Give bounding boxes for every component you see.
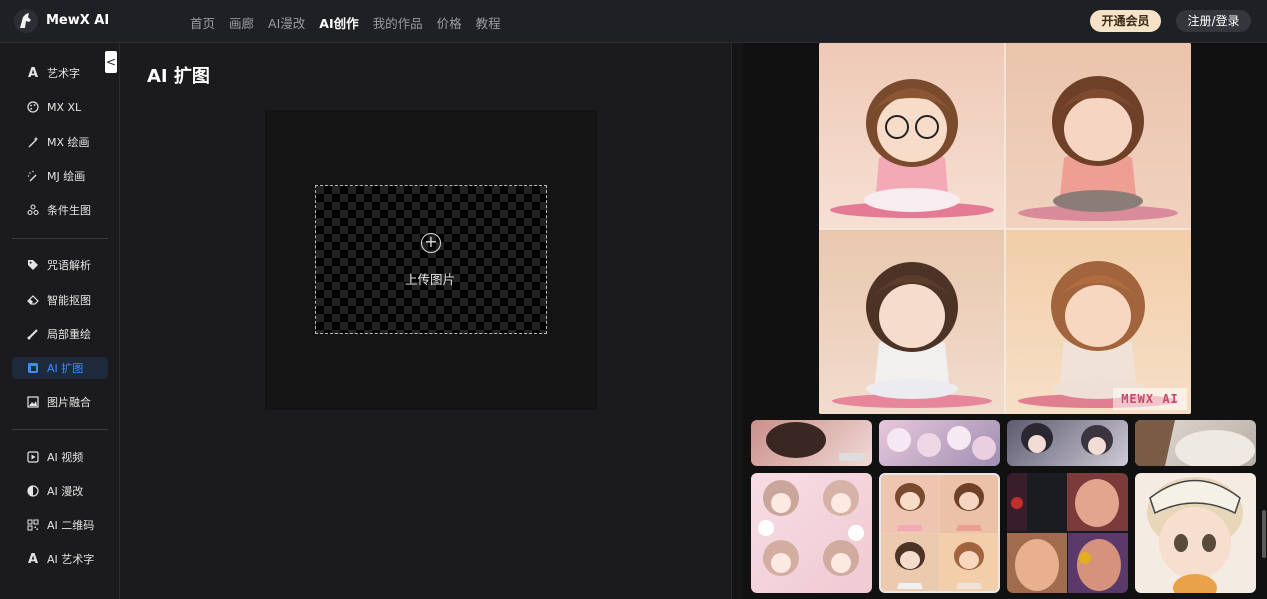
eraser-icon: [26, 293, 40, 307]
expand-icon: [26, 361, 40, 375]
nav-home[interactable]: 首页: [190, 13, 215, 32]
sidebar-item-ai-comic[interactable]: AI 漫改: [12, 480, 108, 502]
upload-dropzone[interactable]: [315, 185, 547, 334]
letter-a-icon: A: [27, 65, 39, 81]
logo-icon[interactable]: [14, 9, 38, 33]
nodes-icon: [26, 203, 40, 217]
sidebar-item-mx-paint[interactable]: MX 绘画: [12, 131, 108, 153]
preview-image: [819, 43, 1191, 414]
gallery-thumbnail[interactable]: [1007, 473, 1128, 593]
nav-my-works[interactable]: 我的作品: [373, 13, 423, 32]
sidebar-item-label: 图片融合: [47, 396, 91, 409]
sidebar-item-art-text[interactable]: A 艺术字: [12, 62, 108, 84]
sidebar-item-image-merge[interactable]: 图片融合: [12, 391, 108, 413]
sidebar-item-ai-expand[interactable]: AI 扩图: [12, 357, 108, 379]
half-circle-icon: [26, 484, 40, 498]
nav-gallery[interactable]: 画廊: [229, 13, 254, 32]
gallery-thumbnail[interactable]: [751, 473, 872, 593]
sidebar-item-inpaint[interactable]: 局部重绘: [12, 323, 108, 345]
panel-separator: [731, 43, 743, 599]
gallery-thumbnail[interactable]: [1135, 473, 1256, 593]
nav-tutorial[interactable]: 教程: [476, 13, 501, 32]
sidebar-item-label: 艺术字: [47, 67, 80, 80]
sidebar-item-label: 智能抠图: [47, 294, 91, 307]
sidebar-item-ai-art-text[interactable]: A AI 艺术字: [12, 548, 108, 570]
wand-icon: [26, 169, 40, 183]
sidebar-item-label: 条件生图: [47, 204, 91, 217]
sidebar-item-label: MX 绘画: [47, 136, 90, 149]
sidebar-item-mx-xl[interactable]: MX XL: [12, 96, 108, 118]
sidebar-item-ai-qrcode[interactable]: AI 二维码: [12, 514, 108, 536]
login-button[interactable]: 注册/登录: [1176, 10, 1251, 32]
nav-ai-create[interactable]: AI创作: [319, 13, 358, 32]
brush-icon: [26, 327, 40, 341]
top-bar: MewX AI 首页 画廊 AI漫改 AI创作 我的作品 价格 教程 开通会员 …: [0, 0, 1267, 43]
scrollbar[interactable]: [1262, 510, 1266, 558]
sidebar-item-ai-video[interactable]: AI 视频: [12, 446, 108, 468]
palette-icon: [26, 100, 40, 114]
plus-circle-icon[interactable]: +: [421, 233, 441, 253]
nav-ai-comic[interactable]: AI漫改: [268, 13, 305, 32]
image-merge-icon: [26, 395, 40, 409]
brand-name[interactable]: MewX AI: [46, 13, 109, 28]
sidebar-divider: [12, 238, 108, 239]
preview-illustration: [819, 43, 1191, 414]
sidebar-item-label: AI 视频: [47, 451, 84, 464]
gallery-thumbnail[interactable]: [1007, 420, 1128, 466]
tag-icon: [26, 258, 40, 272]
sidebar-divider: [12, 429, 108, 430]
page-title: AI 扩图: [147, 66, 210, 87]
sidebar-item-label: 局部重绘: [47, 328, 91, 341]
play-icon: [26, 450, 40, 464]
collapse-sidebar-icon[interactable]: <: [105, 51, 117, 73]
sidebar-item-label: AI 艺术字: [47, 553, 95, 566]
vip-button[interactable]: 开通会员: [1090, 10, 1161, 32]
sidebar-item-label: AI 漫改: [47, 485, 84, 498]
gallery-thumbnail[interactable]: [879, 420, 1000, 466]
sidebar-item-cutout[interactable]: 智能抠图: [12, 289, 108, 311]
magic-wand-icon: [26, 135, 40, 149]
sidebar-item-label: MX XL: [47, 100, 82, 114]
sidebar-item-label: AI 二维码: [47, 519, 95, 532]
sidebar-item-label: AI 扩图: [47, 362, 84, 375]
sidebar-item-label: MJ 绘画: [47, 170, 86, 183]
sidebar-item-conditional[interactable]: 条件生图: [12, 199, 108, 221]
main-nav: 首页 画廊 AI漫改 AI创作 我的作品 价格 教程: [190, 13, 515, 32]
sidebar-item-label: 咒语解析: [47, 259, 91, 272]
gallery-thumbnail[interactable]: [879, 473, 1000, 593]
nav-pricing[interactable]: 价格: [437, 13, 462, 32]
gallery-thumbnail[interactable]: [751, 420, 872, 466]
letter-a-icon: A: [27, 551, 39, 567]
sidebar-item-prompt-parse[interactable]: 咒语解析: [12, 254, 108, 276]
watermark: MEWX AI: [1113, 388, 1187, 410]
sidebar-item-mj-paint[interactable]: MJ 绘画: [12, 165, 108, 187]
upload-label[interactable]: 上传图片: [405, 269, 455, 288]
qrcode-icon: [26, 518, 40, 532]
gallery-thumbnail[interactable]: [1135, 420, 1256, 466]
